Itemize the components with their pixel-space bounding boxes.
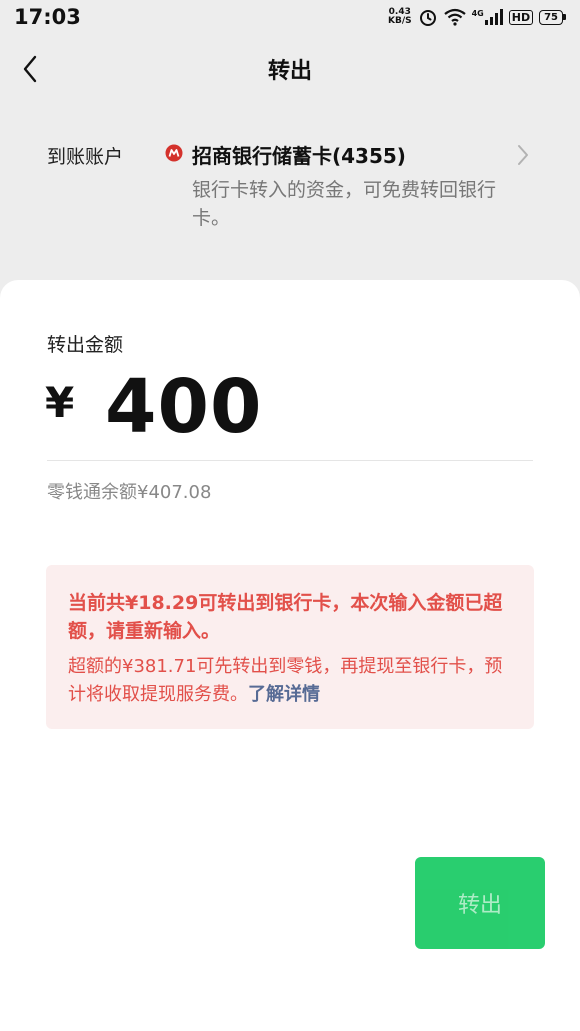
network-speed: 0.43 KB/S [388, 8, 412, 26]
error-message-box: 当前共¥18.29可转出到银行卡，本次输入金额已超额，请重新输入。 超额的¥38… [46, 565, 534, 729]
error-main-message: 当前共¥18.29可转出到银行卡，本次输入金额已超额，请重新输入。 [68, 592, 503, 642]
signal-icon [484, 9, 503, 25]
learn-more-link[interactable]: 了解详情 [248, 684, 320, 705]
status-bar: 17:03 0.43 KB/S 4G HD 75 [0, 0, 580, 34]
status-time: 17:03 [14, 5, 81, 29]
account-label: 到账账户 [47, 146, 124, 168]
cellular-signal: 4G [472, 9, 503, 25]
chevron-left-icon [23, 55, 37, 83]
account-selector[interactable]: 到账账户 招商银行储蓄卡(4355) 银行卡转入的资金，可免费转回银行卡。 [0, 130, 580, 240]
transfer-out-button[interactable]: 转出 [415, 857, 545, 949]
network-type: 4G [471, 9, 484, 18]
bank-card-name: 招商银行储蓄卡(4355) [192, 144, 406, 168]
back-button[interactable] [14, 51, 46, 87]
bank-logo-icon [165, 144, 183, 162]
balance-text: 零钱通余额¥407.08 [47, 482, 212, 503]
error-detail-message: 超额的¥381.71可先转出到零钱，再提现至银行卡，预计将收取提现服务费。了解详… [68, 653, 512, 709]
wifi-icon [443, 8, 466, 26]
amount-card: 转出金额 ¥ 400 零钱通余额¥407.08 当前共¥18.29可转出到银行卡… [0, 280, 580, 1031]
nav-bar: 转出 [0, 34, 580, 104]
page-title: 转出 [267, 59, 312, 84]
alarm-icon [419, 10, 436, 26]
hd-icon: HD [508, 9, 534, 25]
status-icons: 0.43 KB/S 4G HD 75 [388, 7, 566, 27]
divider [47, 460, 533, 461]
chevron-right-icon [518, 145, 528, 165]
battery-icon: 75 [539, 9, 566, 25]
currency-symbol: ¥ [45, 378, 75, 427]
amount-input[interactable]: 400 [105, 364, 262, 450]
battery-level: 75 [539, 9, 563, 25]
amount-label: 转出金额 [47, 334, 124, 356]
network-speed-unit: KB/S [387, 16, 412, 26]
account-description: 银行卡转入的资金，可免费转回银行卡。 [192, 179, 497, 229]
